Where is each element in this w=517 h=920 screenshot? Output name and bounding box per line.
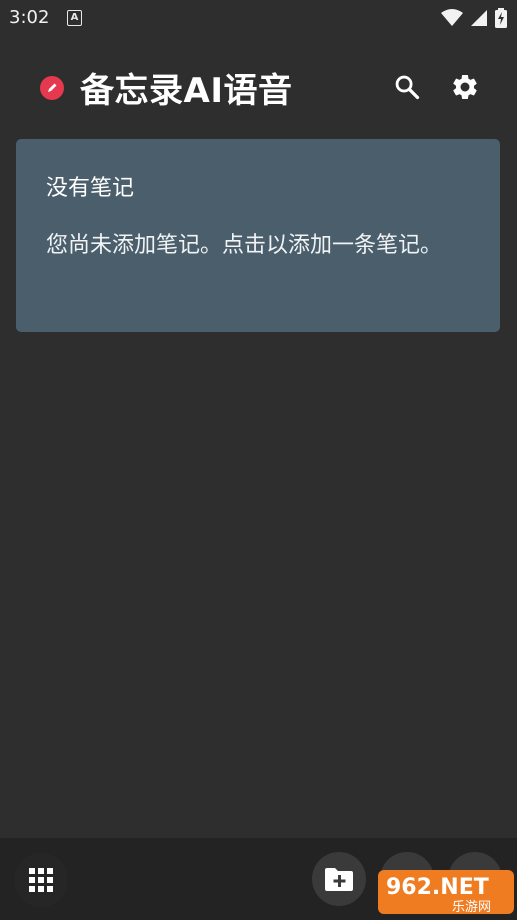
app-bar: 备忘录AI语音	[0, 36, 517, 136]
watermark-logo: 962.NET 乐游网	[378, 870, 514, 915]
wifi-icon	[441, 9, 463, 26]
grid-icon	[29, 868, 53, 892]
status-icons	[441, 8, 507, 28]
search-icon	[395, 75, 420, 100]
settings-button[interactable]	[447, 69, 483, 105]
notification-a-icon: A	[67, 10, 82, 26]
watermark-text-main: 962.NET	[386, 875, 489, 900]
empty-card-title: 没有笔记	[46, 176, 135, 201]
search-button[interactable]	[389, 69, 425, 105]
status-time: 3:02	[9, 7, 50, 28]
status-bar: 3:02 A	[0, 0, 517, 36]
empty-card-message: 您尚未添加笔记。点击以添加一条笔记。	[46, 233, 443, 258]
menu-grid-button[interactable]	[14, 853, 68, 907]
folder-add-icon	[325, 868, 353, 891]
pencil-icon	[40, 76, 64, 100]
empty-notes-card[interactable]: 没有笔记 您尚未添加笔记。点击以添加一条笔记。	[16, 139, 500, 332]
gear-icon	[453, 74, 477, 99]
watermark-text-sub: 乐游网	[452, 900, 491, 915]
add-folder-button[interactable]	[312, 852, 366, 906]
battery-icon	[495, 8, 507, 28]
signal-icon	[471, 10, 487, 26]
app-title: 备忘录AI语音	[80, 71, 293, 111]
